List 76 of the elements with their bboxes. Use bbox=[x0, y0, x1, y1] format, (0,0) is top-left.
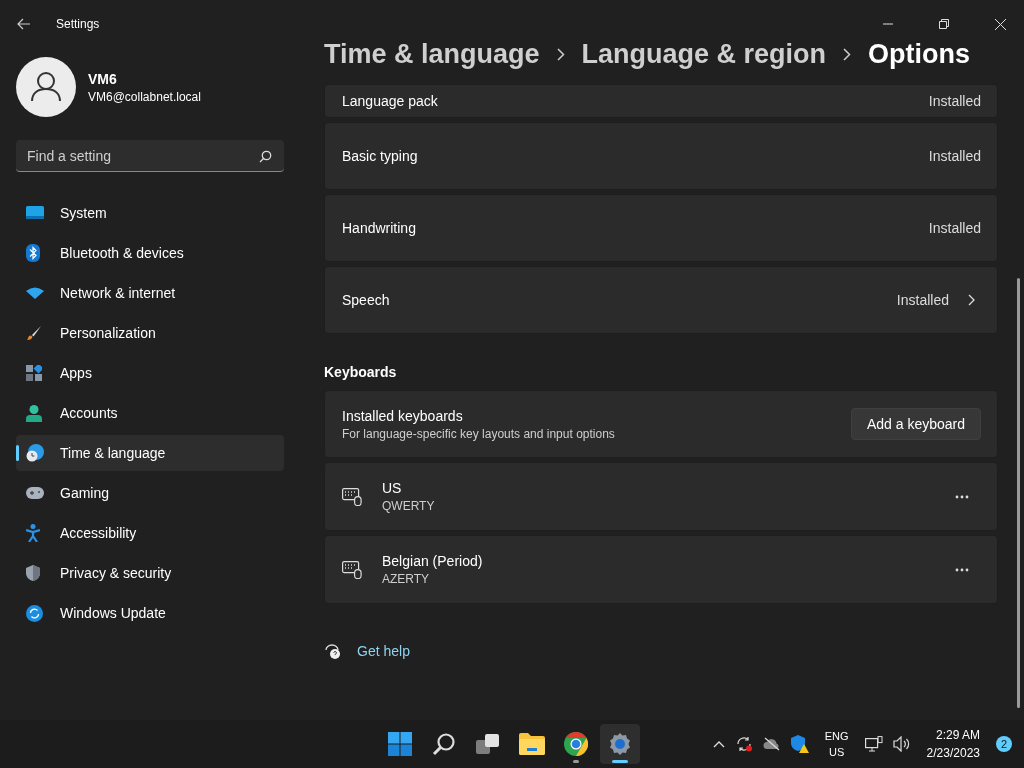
sync-alert-icon[interactable] bbox=[734, 736, 753, 752]
clock[interactable]: 2:29 AM 2/23/2023 bbox=[926, 728, 980, 760]
breadcrumb-item[interactable]: Time & language bbox=[324, 38, 540, 70]
feature-name: Basic typing bbox=[342, 148, 418, 164]
back-arrow-icon[interactable] bbox=[17, 18, 31, 30]
close-icon[interactable] bbox=[995, 18, 1006, 30]
feature-card[interactable]: Speech Installed bbox=[324, 266, 998, 334]
search-icon bbox=[432, 732, 456, 756]
task-view-icon bbox=[476, 733, 500, 755]
help-chat-icon bbox=[324, 642, 342, 660]
user-email: VM6@collabnet.local bbox=[88, 89, 201, 104]
nav-item[interactable]: Accessibility bbox=[16, 515, 284, 551]
add-keyboard-button[interactable]: Add a keyboard bbox=[850, 408, 981, 440]
restore-icon[interactable] bbox=[939, 19, 949, 29]
bluetooth-icon bbox=[26, 244, 40, 262]
network-monitor-icon[interactable] bbox=[864, 736, 883, 752]
nav-item[interactable]: Network & internet bbox=[16, 275, 284, 311]
feature-status: Installed bbox=[928, 220, 981, 236]
input-language-indicator[interactable]: ENG US bbox=[824, 730, 849, 758]
person-icon bbox=[26, 404, 42, 422]
chevron-right-icon bbox=[968, 294, 975, 306]
breadcrumb-item[interactable]: Language & region bbox=[581, 38, 827, 70]
taskbar-app[interactable] bbox=[600, 724, 640, 764]
accessibility-icon bbox=[26, 524, 40, 542]
shield-warning-icon[interactable] bbox=[790, 735, 809, 753]
chevron-right-icon bbox=[843, 47, 852, 61]
nav-item[interactable]: Windows Update bbox=[16, 595, 284, 631]
search-icon bbox=[259, 150, 272, 163]
user-name: VM6 bbox=[88, 70, 118, 87]
wifi-icon bbox=[26, 287, 44, 299]
feature-name: Speech bbox=[342, 292, 390, 308]
windows-logo-icon bbox=[388, 732, 412, 756]
feature-name: Language pack bbox=[342, 93, 438, 109]
window-title: Settings bbox=[56, 17, 100, 31]
avatar-icon bbox=[16, 57, 76, 117]
shield-icon bbox=[26, 565, 40, 581]
breadcrumb-item: Options bbox=[868, 38, 971, 70]
feature-status: Installed bbox=[928, 93, 981, 109]
nav-item[interactable]: Personalization bbox=[16, 315, 284, 351]
keyboard-layout: QWERTY bbox=[382, 499, 435, 513]
keyboard-layout: AZERTY bbox=[382, 572, 431, 586]
monitor-icon bbox=[26, 206, 44, 220]
section-heading: Keyboards bbox=[324, 364, 398, 380]
nav-item[interactable]: Privacy & security bbox=[16, 555, 284, 591]
keyboard-name: Belgian (Period) bbox=[382, 553, 483, 569]
keyboard-name: US bbox=[382, 480, 403, 496]
get-help-link[interactable]: Get help bbox=[357, 643, 410, 659]
nav-item[interactable]: Bluetooth & devices bbox=[16, 235, 284, 271]
globe-clock-icon bbox=[26, 444, 44, 462]
gamepad-icon bbox=[26, 487, 44, 499]
search-field[interactable]: Find a setting bbox=[16, 140, 284, 172]
feature-status: Installed bbox=[928, 148, 981, 164]
cloud-off-icon[interactable] bbox=[762, 737, 781, 751]
sync-icon bbox=[26, 604, 43, 622]
browser-icon bbox=[564, 732, 588, 756]
chevron-up-icon[interactable] bbox=[712, 740, 725, 748]
keyboard-icon bbox=[342, 560, 362, 579]
notification-badge[interactable]: 2 bbox=[996, 736, 1012, 752]
folder-icon bbox=[519, 733, 545, 755]
more-options-icon[interactable] bbox=[955, 567, 969, 572]
nav-item[interactable]: System bbox=[16, 195, 284, 231]
feature-status: Installed bbox=[896, 292, 949, 308]
card-title: Installed keyboards bbox=[342, 407, 464, 424]
more-options-icon[interactable] bbox=[955, 494, 969, 499]
nav-item[interactable]: Accounts bbox=[16, 395, 284, 431]
chevron-right-icon bbox=[556, 47, 565, 61]
nav-item[interactable]: Time & language bbox=[16, 435, 284, 471]
keyboard-icon bbox=[342, 487, 362, 506]
scrollbar-thumb[interactable] bbox=[1017, 278, 1020, 708]
feature-name: Handwriting bbox=[342, 220, 416, 236]
nav-item[interactable]: Gaming bbox=[16, 475, 284, 511]
card-subtitle: For language-specific key layouts and input options bbox=[342, 426, 615, 441]
gear-icon bbox=[608, 732, 632, 756]
apps-icon bbox=[26, 365, 42, 381]
volume-icon[interactable] bbox=[892, 736, 911, 752]
nav-item[interactable]: Apps bbox=[16, 355, 284, 391]
